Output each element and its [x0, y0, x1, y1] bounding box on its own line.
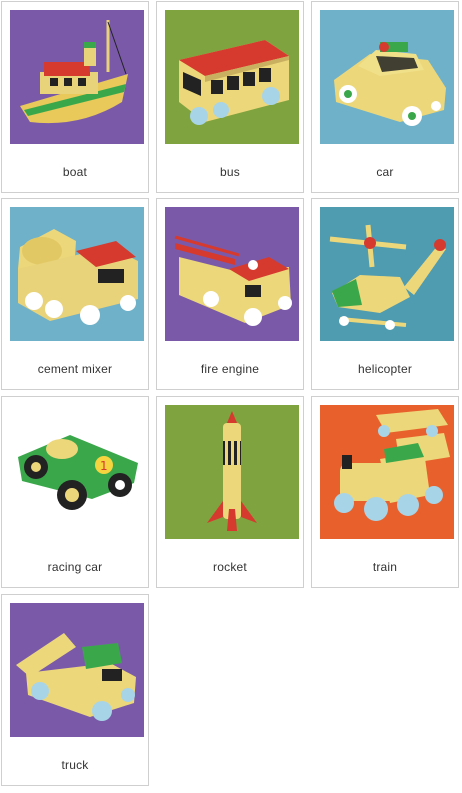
svg-text:1: 1 [100, 459, 108, 473]
card-label: helicopter [357, 362, 413, 376]
card-car[interactable]: car [311, 1, 459, 193]
rocket-illustration [165, 405, 299, 539]
bus-illustration [165, 10, 299, 144]
card-label: cement mixer [37, 362, 113, 376]
helicopter-picture [320, 207, 454, 341]
card-bus[interactable]: bus [156, 1, 304, 193]
helicopter-illustration [320, 207, 454, 341]
car-illustration [320, 10, 454, 144]
card-racing-car[interactable]: 1 racing car [1, 396, 149, 588]
boat-illustration [10, 10, 144, 144]
cement-mixer-picture [10, 207, 144, 341]
card-label: truck [61, 758, 89, 772]
card-label: racing car [47, 560, 103, 574]
boat-picture [10, 10, 144, 144]
fire-engine-picture [165, 207, 299, 341]
truck-illustration [10, 603, 144, 737]
rocket-picture [165, 405, 299, 539]
train-picture [320, 405, 454, 539]
truck-picture [10, 603, 144, 737]
bus-picture [165, 10, 299, 144]
card-label: boat [62, 165, 88, 179]
card-boat[interactable]: boat [1, 1, 149, 193]
card-label: rocket [213, 560, 247, 574]
card-train[interactable]: train [311, 396, 459, 588]
racing-car-picture: 1 [10, 405, 144, 539]
card-rocket[interactable]: rocket [156, 396, 304, 588]
card-truck[interactable]: truck [1, 594, 149, 786]
card-fire-engine[interactable]: fire engine [156, 198, 304, 390]
card-label: bus [220, 165, 240, 179]
card-helicopter[interactable]: helicopter [311, 198, 459, 390]
card-cement-mixer[interactable]: cement mixer [1, 198, 149, 390]
card-label: fire engine [200, 362, 260, 376]
train-illustration [320, 405, 454, 539]
car-picture [320, 10, 454, 144]
card-label: train [372, 560, 398, 574]
racing-car-illustration: 1 [10, 405, 144, 539]
card-label: car [376, 165, 394, 179]
cement-mixer-illustration [10, 207, 144, 341]
fire-engine-illustration [165, 207, 299, 341]
